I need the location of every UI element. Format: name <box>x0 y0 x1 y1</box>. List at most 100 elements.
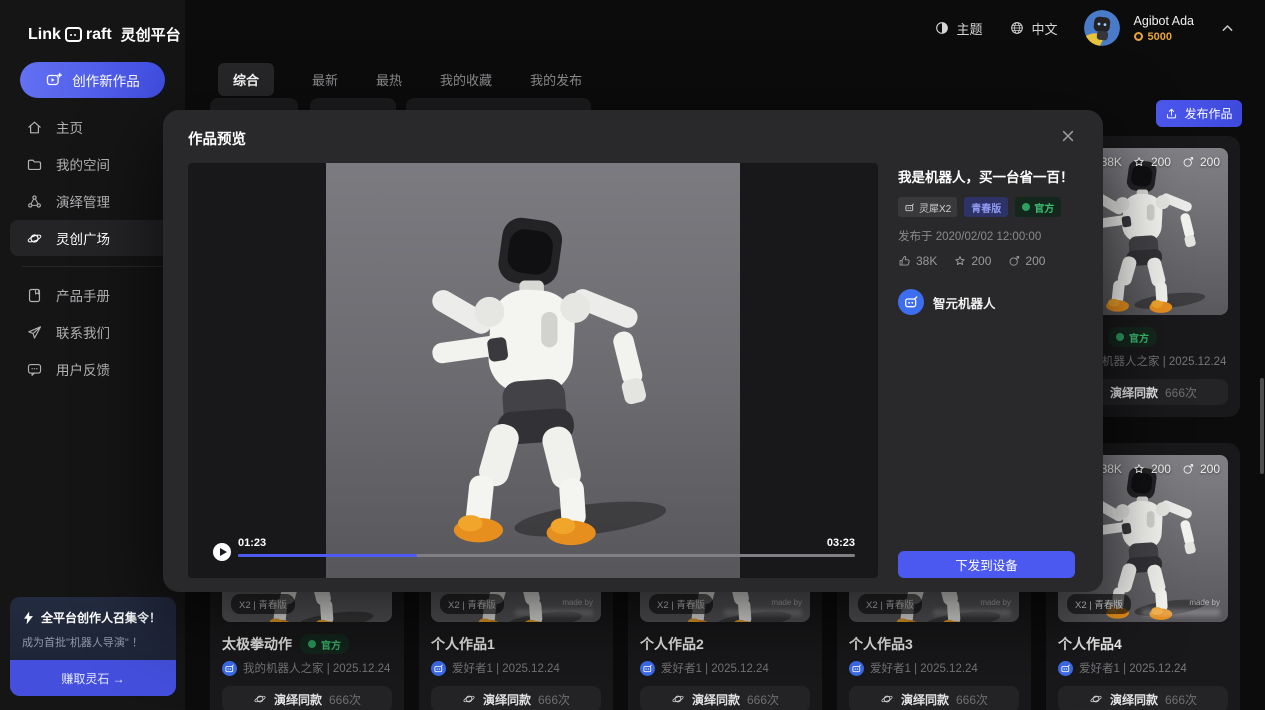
like-stat[interactable]: 38K <box>898 254 937 268</box>
bot-face-icon <box>642 663 653 674</box>
work-info-panel: 我是机器人，买一台省一百！ 灵犀X2 青春版 官方 发布于 2020/02/02… <box>898 163 1078 315</box>
watermark-blur <box>515 609 593 616</box>
sidebar-item-creation-plaza[interactable]: 灵创广场 <box>10 220 175 256</box>
publisher-name: 智元机器人 <box>933 293 996 312</box>
sort-tabs: 综合 最新 最热 我的收藏 我的发布 <box>218 63 582 96</box>
bot-face-icon <box>224 663 235 674</box>
video-player[interactable]: 01:23 03:23 <box>188 163 878 578</box>
progress-bar[interactable] <box>238 554 855 557</box>
author-avatar <box>431 661 446 676</box>
chevron-up-icon[interactable] <box>1220 21 1235 36</box>
home-icon <box>26 119 43 136</box>
sidebar-item-contact-us[interactable]: 联系我们 <box>10 314 175 350</box>
create-work-button[interactable]: 创作新作品 <box>20 62 165 98</box>
coin-balance: 5000 <box>1148 31 1172 43</box>
user-avatar[interactable] <box>1084 10 1120 46</box>
check-dot-icon <box>1022 203 1030 211</box>
publish-date: 发布于 2020/02/02 12:00:00 <box>898 228 1078 244</box>
modal-title: 作品预览 <box>188 128 246 149</box>
made-by-watermark: made by <box>1142 598 1220 616</box>
share-stat[interactable]: 200 <box>1007 254 1045 268</box>
sidebar-item-user-feedback[interactable]: 用户反馈 <box>10 351 175 387</box>
remix-button[interactable]: 演绎同款 666次 <box>431 686 601 710</box>
remix-button[interactable]: 演绎同款 666次 <box>849 686 1019 710</box>
upload-icon <box>1165 107 1178 120</box>
card-author: 爱好者1 | 2025.12.24 <box>431 660 601 676</box>
sidebar: Linkraft 灵创平台 创作新作品 主页 我的空间 演绎管理 灵创广场 <box>0 0 185 710</box>
made-by-watermark: made by <box>724 598 802 616</box>
star-icon <box>1132 462 1146 476</box>
top-bar: 主题 中文 Agibot Ada 5000 <box>185 0 1265 56</box>
theme-toggle[interactable]: 主题 <box>934 19 983 38</box>
star-count: 200 <box>1151 462 1171 476</box>
author-avatar <box>222 661 237 676</box>
share-icon <box>1181 462 1195 476</box>
globe-icon <box>1009 20 1025 36</box>
bot-face-icon <box>1060 663 1071 674</box>
tab-my-favorites[interactable]: 我的收藏 <box>440 70 492 89</box>
user-info[interactable]: Agibot Ada 5000 <box>1134 14 1194 43</box>
star-stat[interactable]: 200 <box>953 254 991 268</box>
sidebar-divider <box>22 266 163 267</box>
creator-call-title: 全平台创作人召集令！ <box>22 609 164 626</box>
create-video-icon <box>45 71 63 89</box>
coin-icon <box>1134 32 1143 41</box>
publish-work-button[interactable]: 发布作品 <box>1156 100 1242 127</box>
brand-logo: Linkraft 灵创平台 <box>0 0 185 45</box>
planet-icon <box>880 692 894 706</box>
remix-button[interactable]: 演绎同款 666次 <box>222 686 392 710</box>
star-icon <box>1132 155 1146 169</box>
made-by-watermark: made by <box>933 598 1011 616</box>
earn-lingshi-button[interactable]: 赚取灵石 → <box>10 660 176 696</box>
sidebar-nav: 主页 我的空间 演绎管理 灵创广场 产品手册 联系我们 <box>0 108 185 388</box>
sidebar-item-product-manual[interactable]: 产品手册 <box>10 277 175 313</box>
remix-button[interactable]: 演绎同款 666次 <box>640 686 810 710</box>
creator-call-banner: 全平台创作人召集令！ 成为首批"机器人导演" ！ 赚取灵石 → <box>10 597 176 696</box>
planet-icon <box>26 230 43 247</box>
bot-face-icon <box>903 294 919 310</box>
star-count: 200 <box>971 254 991 268</box>
robot-face-logo-icon <box>65 27 82 42</box>
card-author: 爱好者1 | 2025.12.24 <box>849 660 1019 676</box>
close-button[interactable] <box>1059 127 1077 145</box>
publisher-row[interactable]: 智元机器人 <box>898 289 1078 315</box>
tab-comprehensive[interactable]: 综合 <box>218 63 274 96</box>
paper-plane-icon <box>26 324 43 341</box>
tab-hottest[interactable]: 最热 <box>376 70 402 89</box>
preview-modal: 作品预览 01:23 03:23 我是机器人，买一台省一百！ 灵犀X2 青春版 <box>163 110 1103 592</box>
card-title: 个人作品4 <box>1058 634 1122 654</box>
vertical-scrollbar-thumb[interactable] <box>1260 378 1264 474</box>
thumbs-up-icon <box>898 254 912 268</box>
work-stats: 38K 200 200 <box>898 254 1078 268</box>
planet-icon <box>253 692 267 706</box>
share-icon <box>1181 155 1195 169</box>
planet-icon <box>462 692 476 706</box>
theme-icon <box>934 20 950 36</box>
card-title: 个人作品3 <box>849 634 913 654</box>
tab-my-publications[interactable]: 我的发布 <box>530 70 582 89</box>
language-selector[interactable]: 中文 <box>1009 19 1058 38</box>
planet-icon <box>1089 692 1103 706</box>
lightning-bolt-icon <box>22 611 35 625</box>
edition-tag: 青春版 <box>964 197 1008 217</box>
remix-button[interactable]: 演绎同款 666次 <box>1058 686 1228 710</box>
card-author: 爱好者1 | 2025.12.24 <box>640 660 810 676</box>
play-button[interactable] <box>213 543 231 561</box>
card-title: 个人作品2 <box>640 634 704 654</box>
star-count: 200 <box>1151 155 1171 169</box>
sidebar-item-performance-management[interactable]: 演绎管理 <box>10 183 175 219</box>
model-tag: 灵犀X2 <box>898 197 957 217</box>
brand-logo-text-post: raft <box>86 26 112 44</box>
author-avatar <box>1058 661 1073 676</box>
nodes-icon <box>26 193 43 210</box>
sidebar-item-my-space[interactable]: 我的空间 <box>10 146 175 182</box>
bot-face-icon <box>433 663 444 674</box>
deploy-to-device-button[interactable]: 下发到设备 <box>898 551 1075 578</box>
video-frame <box>326 163 740 578</box>
official-badge: 官方 <box>1108 327 1157 347</box>
star-icon <box>953 254 967 268</box>
check-dot-icon <box>308 640 316 648</box>
sidebar-item-home[interactable]: 主页 <box>10 109 175 145</box>
tab-newest[interactable]: 最新 <box>312 70 338 89</box>
brand-logo-cn: 灵创平台 <box>121 24 181 45</box>
